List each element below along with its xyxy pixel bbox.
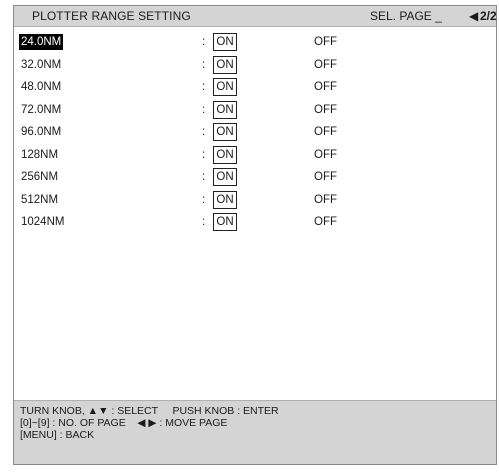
separator-colon: : [202, 126, 206, 138]
off-option[interactable]: OFF [314, 79, 337, 95]
off-option[interactable]: OFF [314, 57, 337, 73]
separator-colon: : [202, 81, 206, 93]
on-option[interactable]: ON [213, 100, 237, 119]
on-option[interactable]: ON [213, 123, 237, 141]
range-row[interactable]: 32.0NM: ON OFF [14, 55, 496, 80]
range-row[interactable]: 256NM: ON OFF [14, 168, 496, 192]
on-option[interactable]: ON [213, 168, 237, 186]
range-label[interactable]: 256NM [19, 169, 60, 185]
separator-colon: : [202, 193, 206, 206]
on-option[interactable]: ON [213, 145, 237, 164]
separator-colon: : [202, 148, 206, 161]
off-option[interactable]: OFF [314, 214, 337, 230]
range-label[interactable]: 48.0NM [19, 79, 63, 95]
help-line-back: [MENU] : BACK [20, 429, 95, 441]
on-option[interactable]: ON [213, 78, 237, 96]
separator-colon: : [202, 171, 206, 183]
range-row[interactable]: 1024NM: ON OFF [14, 213, 496, 237]
separator-colon: : [202, 36, 206, 48]
separator-colon: : [202, 216, 206, 228]
sel-page-label[interactable]: SEL. PAGE _ [370, 9, 442, 23]
plotter-range-window: PLOTTER RANGE SETTING SEL. PAGE _ ◀ 2/2 … [13, 5, 497, 465]
range-list: 24.0NM: ON OFF 32.0NM: ON OFF 48.0NM: ON OFF 72.0… [14, 33, 496, 237]
off-option[interactable]: OFF [314, 34, 337, 50]
range-label[interactable]: 1024NM [19, 214, 66, 230]
on-option[interactable]: ON [213, 55, 237, 74]
help-bar: TURN KNOB, ▲▼ : SELECT PUSH KNOB : ENTER… [14, 400, 496, 464]
off-option[interactable]: OFF [314, 192, 337, 208]
page-number: 2/2 [480, 9, 497, 23]
range-row[interactable]: 72.0NM: ON OFF [14, 100, 496, 125]
on-option[interactable]: ON [213, 190, 237, 209]
range-row[interactable]: 512NM: ON OFF [14, 190, 496, 215]
on-option[interactable]: ON [213, 33, 237, 51]
prev-page-arrow-icon[interactable]: ◀ [469, 9, 478, 23]
help-line-select: TURN KNOB, ▲▼ : SELECT PUSH KNOB : ENTER [20, 405, 279, 417]
range-label[interactable]: 512NM [19, 192, 60, 208]
range-label[interactable]: 24.0NM [19, 34, 64, 50]
range-label[interactable]: 128NM [19, 147, 60, 163]
off-option[interactable]: OFF [314, 169, 337, 185]
range-label[interactable]: 96.0NM [19, 124, 63, 140]
range-row[interactable]: 128NM: ON OFF [14, 145, 496, 170]
range-label[interactable]: 32.0NM [19, 57, 63, 73]
range-row[interactable]: 24.0NM: ON OFF [14, 33, 496, 57]
off-option[interactable]: OFF [314, 124, 337, 140]
off-option[interactable]: OFF [314, 147, 337, 163]
range-row[interactable]: 96.0NM: ON OFF [14, 123, 496, 147]
off-option[interactable]: OFF [314, 102, 337, 118]
page-title: PLOTTER RANGE SETTING [32, 9, 191, 23]
separator-colon: : [202, 58, 206, 71]
range-label[interactable]: 72.0NM [19, 102, 63, 118]
on-option[interactable]: ON [213, 213, 237, 231]
range-row[interactable]: 48.0NM: ON OFF [14, 78, 496, 102]
help-line-page: [0]~[9] : NO. OF PAGE ◀ ▶ : MOVE PAGE [20, 417, 228, 429]
separator-colon: : [202, 103, 206, 116]
title-bar: PLOTTER RANGE SETTING SEL. PAGE _ ◀ 2/2 [14, 6, 497, 27]
